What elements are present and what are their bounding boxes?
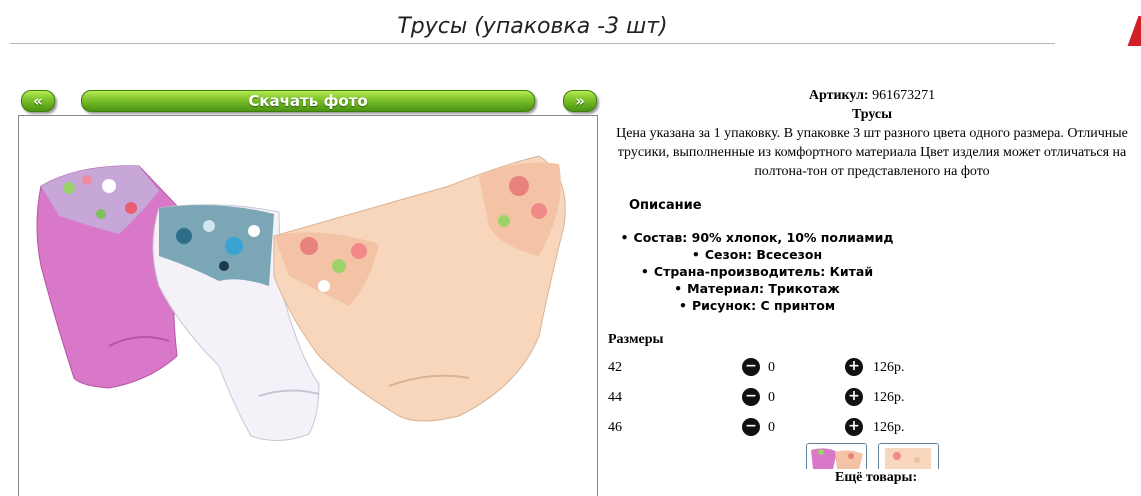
thumbnail-image — [807, 444, 866, 469]
minus-circle-icon[interactable]: − — [742, 388, 760, 406]
specs-title: Описание — [629, 198, 702, 213]
product-description: Цена указана за 1 упаковку. В упаковке 3… — [616, 126, 1128, 179]
spec-item: • Состав: 90% хлопок, 10% полиамид — [612, 229, 902, 246]
spec-item-text: Рисунок: С принтом — [691, 298, 836, 313]
spec-item-text: Состав: 90% хлопок, 10% полиамид — [633, 230, 894, 245]
download-photo-button[interactable]: Скачать фото — [81, 90, 535, 112]
size-row: 42 − 0 + 126р. — [608, 358, 1128, 380]
spec-item-text: Страна-производитель: Китай — [653, 264, 874, 279]
plus-circle-icon[interactable]: + — [845, 388, 863, 406]
quantity-value: 0 — [768, 360, 775, 375]
plus-circle-icon[interactable]: + — [845, 358, 863, 376]
quantity-value: 0 — [768, 390, 775, 405]
plus-circle-icon[interactable]: + — [845, 418, 863, 436]
product-name: Трусы — [851, 107, 893, 122]
quantity-value: 0 — [768, 420, 775, 435]
price-value: 126р. — [873, 360, 905, 375]
spec-item-text: Материал: Трикотаж — [687, 281, 840, 296]
article-label: Артикул: — [808, 88, 869, 103]
size-value: 46 — [608, 420, 622, 435]
bullet-icon: • — [640, 264, 649, 279]
product-info: Артикул: 961673271 Трусы Цена указана за… — [612, 86, 1132, 181]
product-photo-image — [36, 155, 566, 441]
prev-photo-button[interactable]: « — [21, 90, 55, 112]
specs-list: • Состав: 90% хлопок, 10% полиамид • Сезон… — [612, 229, 902, 314]
minus-circle-icon[interactable]: − — [742, 358, 760, 376]
product-photo[interactable] — [18, 115, 598, 496]
spec-item: • Страна-производитель: Китай — [612, 263, 902, 280]
size-value: 42 — [608, 360, 622, 375]
next-photo-button[interactable]: » — [563, 90, 597, 112]
bullet-icon: • — [691, 247, 700, 262]
price-value: 126р. — [873, 420, 905, 435]
spec-item: • Сезон: Всесезон — [612, 246, 902, 263]
corner-logo-mark — [1127, 16, 1141, 46]
page-title: Трусы (упаковка -3 шт) — [397, 14, 668, 39]
minus-circle-icon[interactable]: − — [742, 418, 760, 436]
price-value: 126р. — [873, 390, 905, 405]
sizes-title: Размеры — [608, 332, 664, 347]
bullet-icon: • — [674, 281, 683, 296]
size-value: 44 — [608, 390, 622, 405]
article-value: 961673271 — [872, 88, 936, 103]
more-products-title: Ещё товары: — [835, 470, 918, 485]
article-line: Артикул: 961673271 — [612, 86, 1132, 105]
title-divider — [10, 43, 1055, 44]
thumbnail-image — [879, 444, 938, 469]
size-row: 46 − 0 + 126р. — [608, 418, 1128, 440]
spec-item: • Рисунок: С принтом — [612, 297, 902, 314]
spec-item: • Материал: Трикотаж — [612, 280, 902, 297]
bullet-icon: • — [678, 298, 687, 313]
related-product-thumbnail[interactable] — [806, 443, 867, 469]
bullet-icon: • — [620, 230, 629, 245]
related-product-thumbnail[interactable] — [878, 443, 939, 469]
size-row: 44 − 0 + 126р. — [608, 388, 1128, 410]
spec-item-text: Сезон: Всесезон — [704, 247, 823, 262]
